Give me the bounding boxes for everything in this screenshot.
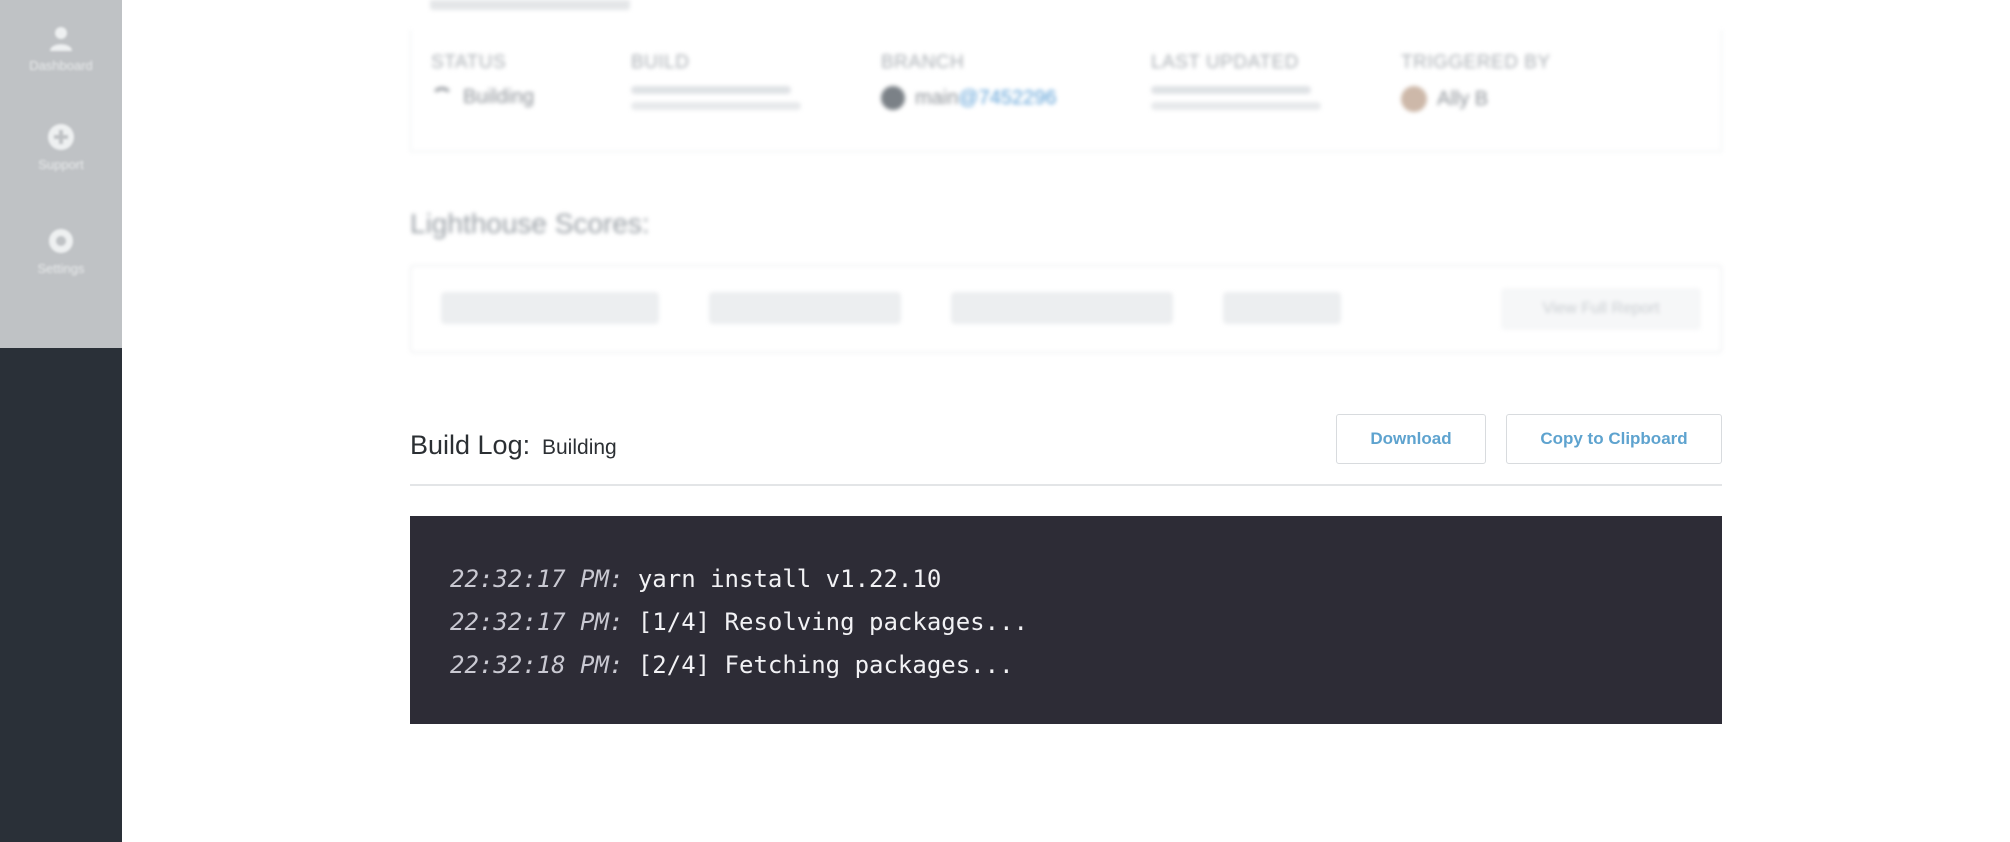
download-button[interactable]: Download — [1336, 414, 1486, 464]
sidebar-item-settings[interactable]: Settings — [0, 227, 122, 276]
last-updated-column: LAST UPDATED — [1151, 52, 1321, 110]
lighthouse-card: View Full Report — [410, 265, 1722, 353]
log-timestamp: 22:32:17 PM: — [450, 565, 624, 593]
branch-value: main@7452296 — [881, 86, 1057, 110]
log-message: yarn install v1.22.10 — [637, 565, 942, 593]
lighthouse-title: Lighthouse Scores: — [410, 208, 650, 239]
build-log-status: Building — [542, 436, 617, 459]
status-text: Building — [463, 86, 535, 108]
log-line: 22:32:17 PM: yarn install v1.22.10 — [450, 558, 1682, 601]
triggered-by-column: TRIGGERED BY Ally B — [1401, 52, 1551, 112]
github-icon — [881, 86, 905, 110]
sidebar-item-label: Support — [38, 157, 84, 172]
build-placeholder — [631, 86, 791, 94]
avatar — [1401, 86, 1427, 112]
log-line: 22:32:18 PM: [2/4] Fetching packages... — [450, 644, 1682, 687]
triggered-by-user: Ally B — [1437, 87, 1489, 110]
log-timestamp: 22:32:18 PM: — [450, 651, 624, 679]
gear-icon — [49, 229, 73, 253]
branch-column: BRANCH main@7452296 — [881, 52, 1057, 110]
sidebar-item-support[interactable]: Support — [0, 123, 122, 172]
log-message: [2/4] Fetching packages... — [637, 651, 1014, 679]
spinner-icon — [431, 86, 453, 109]
branch-separator: @ — [958, 86, 979, 109]
triggered-by-value: Ally B — [1401, 86, 1551, 112]
sidebar-item-label: Dashboard — [29, 58, 93, 73]
status-header: STATUS — [431, 52, 507, 73]
lighthouse-score-placeholder — [441, 292, 659, 324]
status-value: Building — [431, 86, 534, 109]
build-header: BUILD — [631, 52, 690, 73]
divider — [410, 484, 1722, 486]
build-placeholder — [631, 102, 801, 110]
last-updated-header: LAST UPDATED — [1151, 52, 1299, 73]
build-summary-card: STATUS Building BUILD BRANCH main@745229… — [410, 30, 1722, 152]
log-line: 22:32:17 PM: [1/4] Resolving packages... — [450, 601, 1682, 644]
plus-circle-icon — [48, 124, 74, 150]
build-column: BUILD — [631, 52, 801, 110]
last-updated-placeholder — [1151, 86, 1311, 94]
build-log-terminal[interactable]: 22:32:17 PM: yarn install v1.22.10 22:32… — [410, 516, 1722, 724]
status-column: STATUS Building — [431, 52, 534, 109]
sidebar-nav-overlay: Dashboard Support Settings — [0, 0, 122, 348]
log-message: [1/4] Resolving packages... — [637, 608, 1028, 636]
user-icon — [50, 27, 72, 51]
branch-header: BRANCH — [881, 52, 965, 73]
copy-to-clipboard-button[interactable]: Copy to Clipboard — [1506, 414, 1722, 464]
sidebar: Dashboard Support Settings — [0, 0, 122, 842]
scrolled-content-edge — [430, 0, 630, 10]
log-timestamp: 22:32:17 PM: — [450, 608, 624, 636]
branch-name: main — [915, 86, 959, 109]
view-full-report-button[interactable]: View Full Report — [1501, 288, 1701, 330]
lighthouse-score-placeholder — [951, 292, 1173, 324]
triggered-by-header: TRIGGERED BY — [1401, 52, 1551, 73]
build-log-title: Build Log: — [410, 430, 531, 460]
last-updated-placeholder — [1151, 102, 1321, 110]
lighthouse-score-placeholder — [709, 292, 901, 324]
lighthouse-score-placeholder — [1223, 292, 1341, 324]
sidebar-item-label: Settings — [37, 261, 85, 276]
commit-link[interactable]: 7452296 — [979, 87, 1057, 109]
sidebar-item-dashboard[interactable]: Dashboard — [0, 24, 122, 73]
